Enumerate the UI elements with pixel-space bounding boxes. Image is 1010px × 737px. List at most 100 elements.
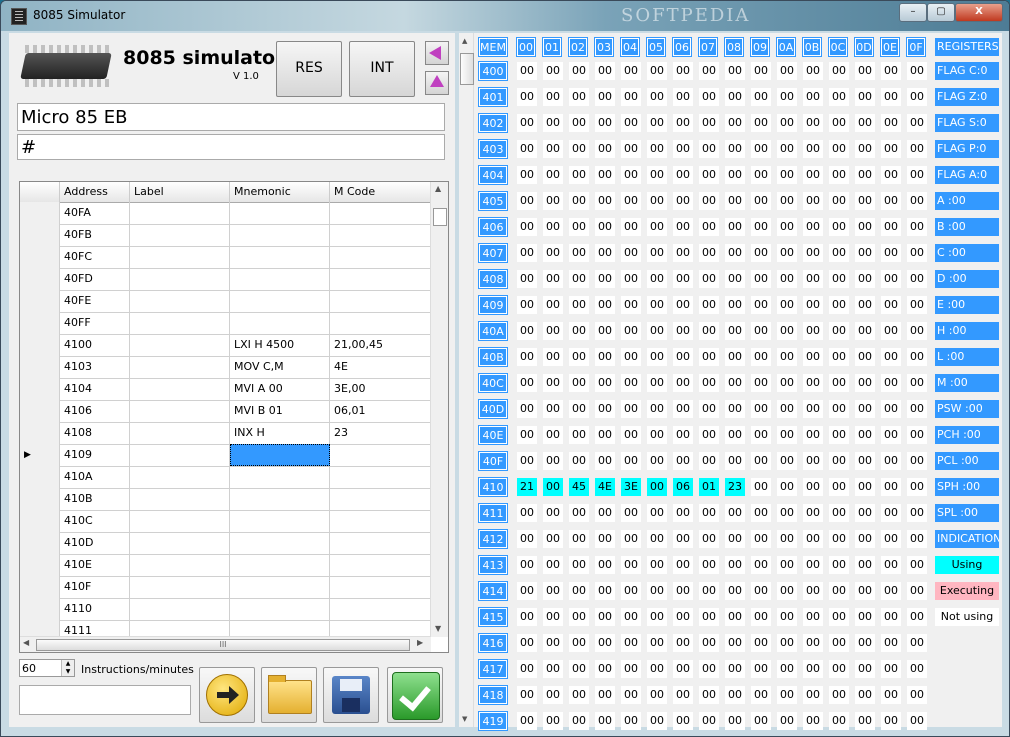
row-header[interactable] (20, 312, 60, 334)
memory-cell[interactable]: 00 (777, 504, 797, 522)
memory-cell[interactable]: 00 (569, 166, 589, 184)
memory-cell[interactable]: 00 (881, 166, 901, 184)
scroll-left-icon[interactable]: ◀ (23, 638, 29, 647)
memory-cell[interactable]: 00 (803, 88, 823, 106)
memory-cell[interactable]: 00 (595, 114, 615, 132)
memory-cell[interactable]: 00 (621, 140, 641, 158)
mcode-cell[interactable] (330, 532, 431, 554)
memory-cell[interactable]: 00 (647, 192, 667, 210)
mcode-cell[interactable]: 4E (330, 356, 431, 378)
memory-cell[interactable]: 00 (829, 582, 849, 600)
memory-cell[interactable]: 23 (725, 478, 745, 496)
memory-cell[interactable]: 00 (517, 634, 537, 652)
memory-cell[interactable]: 00 (621, 686, 641, 704)
memory-cell[interactable]: 00 (595, 504, 615, 522)
memory-cell[interactable]: 00 (569, 88, 589, 106)
memory-cell[interactable]: 00 (829, 478, 849, 496)
memory-cell[interactable]: 00 (517, 374, 537, 392)
mnemonic-cell[interactable] (230, 444, 330, 466)
memory-cell[interactable]: 00 (751, 296, 771, 314)
memory-cell[interactable]: 00 (569, 608, 589, 626)
row-header[interactable] (20, 598, 60, 620)
memory-cell[interactable]: 00 (725, 166, 745, 184)
row-header[interactable] (20, 400, 60, 422)
memory-cell[interactable]: 00 (569, 114, 589, 132)
memory-cell[interactable]: 00 (829, 218, 849, 236)
table-row[interactable]: 4110 (20, 598, 431, 621)
memory-cell[interactable]: 00 (647, 478, 667, 496)
table-row[interactable]: 410A (20, 466, 431, 489)
memory-cell[interactable]: 00 (595, 166, 615, 184)
memory-cell[interactable]: 00 (621, 608, 641, 626)
memory-cell[interactable]: 00 (699, 660, 719, 678)
mnemonic-cell[interactable] (230, 290, 330, 312)
memory-cell[interactable]: 00 (855, 140, 875, 158)
maximize-button[interactable]: ▢ (927, 3, 955, 22)
memory-cell[interactable]: 00 (855, 634, 875, 652)
address-cell[interactable]: 410D (60, 532, 130, 554)
memory-cell[interactable]: 00 (543, 140, 563, 158)
memory-cell[interactable]: 00 (803, 556, 823, 574)
memory-cell[interactable]: 00 (829, 556, 849, 574)
speed-stepper[interactable]: 60 ▲ ▼ (19, 659, 75, 677)
memory-cell[interactable]: 00 (647, 166, 667, 184)
memory-cell[interactable]: 00 (673, 426, 693, 444)
memory-cell[interactable]: 00 (647, 348, 667, 366)
command-field[interactable]: # (17, 134, 445, 160)
memory-cell[interactable]: 00 (543, 270, 563, 288)
memory-cell[interactable]: 00 (777, 348, 797, 366)
row-header[interactable] (20, 510, 60, 532)
label-cell[interactable] (130, 422, 230, 444)
memory-cell[interactable]: 00 (829, 348, 849, 366)
memory-cell[interactable]: 00 (673, 608, 693, 626)
memory-cell[interactable]: 00 (673, 712, 693, 730)
memory-cell[interactable]: 00 (777, 140, 797, 158)
memory-cell[interactable]: 00 (699, 504, 719, 522)
memory-cell[interactable]: 00 (907, 660, 927, 678)
row-header[interactable] (20, 202, 60, 224)
memory-cell[interactable]: 00 (621, 712, 641, 730)
memory-cell[interactable]: 00 (803, 686, 823, 704)
memory-cell[interactable]: 00 (907, 400, 927, 418)
table-row[interactable]: 40FA (20, 202, 431, 225)
memory-cell[interactable]: 00 (543, 296, 563, 314)
memory-cell[interactable]: 00 (543, 244, 563, 262)
memory-cell[interactable]: 00 (907, 270, 927, 288)
memory-cell[interactable]: 00 (569, 452, 589, 470)
memory-cell[interactable]: 00 (803, 608, 823, 626)
memory-cell[interactable]: 00 (803, 426, 823, 444)
address-cell[interactable]: 410F (60, 576, 130, 598)
memory-cell[interactable]: 00 (543, 400, 563, 418)
memory-cell[interactable]: 00 (543, 218, 563, 236)
memory-cell[interactable]: 00 (673, 296, 693, 314)
memory-cell[interactable]: 00 (907, 296, 927, 314)
grid-vertical-scrollbar[interactable]: ▲ ▼ (430, 182, 448, 637)
memory-cell[interactable]: 00 (621, 504, 641, 522)
memory-cell[interactable]: 00 (725, 400, 745, 418)
address-cell[interactable]: 40FA (60, 202, 130, 224)
address-cell[interactable]: 410B (60, 488, 130, 510)
memory-cell[interactable]: 00 (699, 452, 719, 470)
mcode-cell[interactable] (330, 224, 431, 246)
memory-cell[interactable]: 00 (907, 62, 927, 80)
table-row[interactable]: 4103 MOV C,M 4E (20, 356, 431, 379)
memory-cell[interactable]: 00 (881, 62, 901, 80)
memory-cell[interactable]: 00 (803, 712, 823, 730)
memory-cell[interactable]: 00 (647, 218, 667, 236)
memory-cell[interactable]: 00 (803, 660, 823, 678)
table-row[interactable]: 40FC (20, 246, 431, 269)
memory-cell[interactable]: 00 (595, 270, 615, 288)
mcode-cell[interactable] (330, 576, 431, 598)
memory-cell[interactable]: 00 (517, 608, 537, 626)
memory-cell[interactable]: 00 (829, 400, 849, 418)
memory-cell[interactable]: 00 (699, 244, 719, 262)
memory-cell[interactable]: 00 (517, 426, 537, 444)
address-cell[interactable]: 4108 (60, 422, 130, 444)
memory-cell[interactable]: 00 (699, 530, 719, 548)
memory-cell[interactable]: 00 (569, 244, 589, 262)
memory-cell[interactable]: 00 (907, 504, 927, 522)
memory-cell[interactable]: 00 (673, 556, 693, 574)
up-arrow-button[interactable] (425, 71, 449, 95)
memory-cell[interactable]: 00 (829, 452, 849, 470)
memory-cell[interactable]: 00 (647, 634, 667, 652)
